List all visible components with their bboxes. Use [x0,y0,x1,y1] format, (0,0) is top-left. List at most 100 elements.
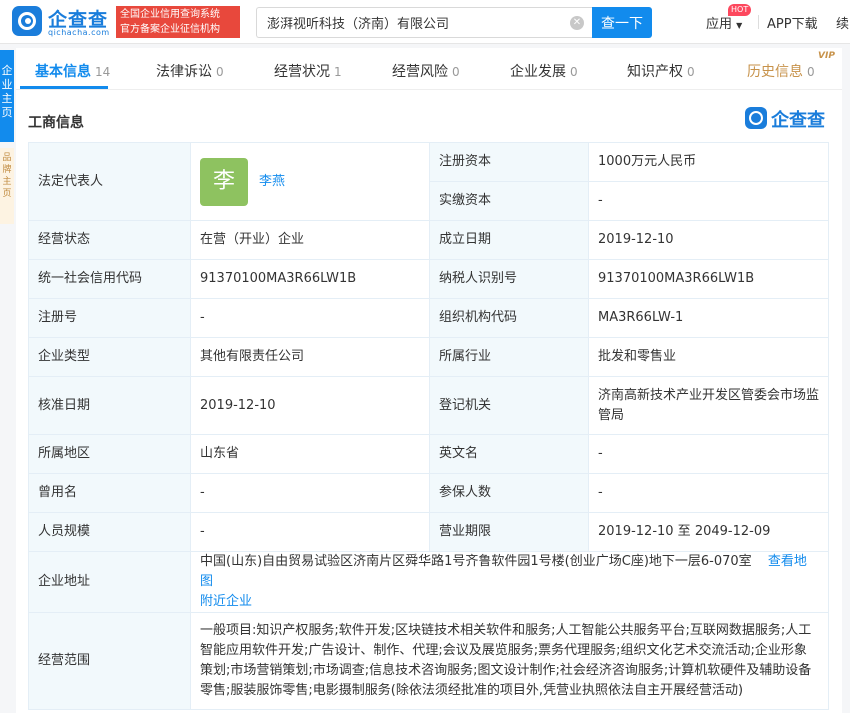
founded-label: 成立日期 [429,220,589,260]
paid-capital-label: 实缴资本 [429,181,589,221]
tab-label: 基本信息 [35,64,91,80]
nav-divider [758,15,759,29]
industry-value: 批发和零售业 [588,337,829,377]
table-row: 所属地区 山东省 英文名 - [28,434,829,474]
logo-domain: qichacha.com [48,28,110,37]
tab-bar: 基本信息 14 法律诉讼 0 经营状况 1 经营风险 0 企业发展 0 知识产权 0 历史信… [16,48,842,90]
industry-label: 所属行业 [429,337,589,377]
reg-capital-label: 注册资本 [429,142,589,182]
english-name-label: 英文名 [429,434,589,474]
table-row: 经营状态 在营（开业）企业 成立日期 2019-12-10 [28,220,829,260]
table-row: 曾用名 - 参保人数 - [28,473,829,513]
avatar[interactable]: 李 [200,157,248,206]
org-code-value: MA3R66LW-1 [588,298,829,338]
side-enterprise-tab[interactable]: 企业主页 [0,50,14,142]
legal-rep-name-link[interactable]: 李燕 [259,172,285,192]
authority-label: 登记机关 [429,376,589,435]
slogan-line-2: 官方备案企业征信机构 [120,24,220,35]
credit-code-value: 91370100MA3R66LW1B [190,259,430,299]
insured-value: - [588,473,829,513]
tab-count: 0 [216,65,224,79]
staff-size-label: 人员规模 [28,512,191,552]
taxpayer-id-label: 纳税人识别号 [429,259,589,299]
reg-no-label: 注册号 [28,298,191,338]
tab-basic-info[interactable]: 基本信息 14 [35,61,110,81]
brand-name: 企查查 [771,110,825,131]
table-row: 统一社会信用代码 91370100MA3R66LW1B 纳税人识别号 91370… [28,259,829,299]
tab-count: 0 [570,65,578,79]
top-header: 企查查 qichacha.com 全国企业信用查询系统 官方备案企业征信机构 ✕… [0,0,850,44]
company-type-label: 企业类型 [28,337,191,377]
slogan-line-1: 全国企业信用查询系统 [120,9,220,20]
authority-value: 济南高新技术产业开发区管委会市场监管局 [588,376,829,435]
term-label: 营业期限 [429,512,589,552]
tab-label: 法律诉讼 [156,64,212,80]
org-code-label: 组织机构代码 [429,298,589,338]
side-promo-tab[interactable]: 品牌主页 [0,148,14,224]
legal-rep-label: 法定代表人 [28,142,191,221]
staff-size-value: - [190,512,430,552]
caret-down-icon: ▼ [736,21,743,30]
address-label: 企业地址 [28,551,191,613]
tab-label: 企业发展 [510,64,566,80]
term-value: 2019-12-10 至 2049-12-09 [588,512,829,552]
nav-apps-label: 应用 [706,17,733,32]
reg-no-value: - [190,298,430,338]
insured-label: 参保人数 [429,473,589,513]
tab-operation[interactable]: 经营状况 1 [274,61,342,81]
tab-legal[interactable]: 法律诉讼 0 [156,61,224,81]
tab-ip[interactable]: 知识产权 0 [627,61,695,81]
former-name-value: - [190,473,430,513]
vip-badge: VIP [818,51,835,61]
main-panel: 基本信息 14 法律诉讼 0 经营状况 1 经营风险 0 企业发展 0 知识产权 0 历史信… [16,48,842,713]
scope-value: 一般项目:知识产权服务;软件开发;区块链技术相关软件和服务;人工智能公共服务平台… [190,612,829,710]
nav-more[interactable]: 续 [836,13,849,32]
table-row: 人员规模 - 营业期限 2019-12-10 至 2049-12-09 [28,512,829,552]
active-tab-indicator [20,86,108,89]
company-type-value: 其他有限责任公司 [190,337,430,377]
tab-history[interactable]: 历史信息 0 [747,61,815,81]
tab-count: 1 [334,65,342,79]
hot-badge: HOT [728,4,752,16]
logo-icon [12,6,42,36]
english-name-value: - [588,434,829,474]
business-info-table: 法定代表人 李 李燕 注册资本 1000万元人民币 实缴资本 - 经营状态 在营… [28,142,829,710]
slogan-badge[interactable]: 全国企业信用查询系统 官方备案企业征信机构 [116,6,240,38]
reg-capital-value: 1000万元人民币 [588,142,829,182]
site-logo[interactable]: 企查查 qichacha.com [8,5,116,39]
brand-logo-icon [745,107,767,129]
address-value: 中国(山东)自由贸易试验区济南片区舜华路1号齐鲁软件园1号楼(创业广场C座)地下… [200,554,752,569]
search-button[interactable]: 查一下 [592,7,652,38]
table-row: 核准日期 2019-12-10 登记机关 济南高新技术产业开发区管委会市场监管局 [28,376,829,435]
clear-icon[interactable]: ✕ [570,16,584,30]
tab-count: 0 [807,65,815,79]
paid-capital-value: - [588,181,829,221]
tab-development[interactable]: 企业发展 0 [510,61,578,81]
table-row: 企业地址 中国(山东)自由贸易试验区济南片区舜华路1号齐鲁软件园1号楼(创业广场… [28,551,829,613]
tab-label: 经营风险 [392,64,448,80]
credit-code-label: 统一社会信用代码 [28,259,191,299]
search-input[interactable] [257,8,592,37]
nav-app-download[interactable]: APP下载 [767,13,818,32]
founded-value: 2019-12-10 [588,220,829,260]
tab-label: 知识产权 [627,64,683,80]
region-value: 山东省 [190,434,430,474]
table-row: 企业类型 其他有限责任公司 所属行业 批发和零售业 [28,337,829,377]
nearby-companies-link[interactable]: 附近企业 [200,594,252,609]
scope-label: 经营范围 [28,612,191,710]
tab-count: 14 [95,65,111,79]
tab-label: 经营状况 [274,64,330,80]
table-row: 法定代表人 李 李燕 注册资本 1000万元人民币 [28,142,829,221]
tab-risk[interactable]: 经营风险 0 [392,61,460,81]
approval-date-label: 核准日期 [28,376,191,435]
former-name-label: 曾用名 [28,473,191,513]
region-label: 所属地区 [28,434,191,474]
table-row: 注册号 - 组织机构代码 MA3R66LW-1 [28,298,829,338]
tab-count: 0 [687,65,695,79]
address-cell: 中国(山东)自由贸易试验区济南片区舜华路1号齐鲁软件园1号楼(创业广场C座)地下… [190,551,829,613]
search-box: ✕ [256,7,592,38]
tab-count: 0 [452,65,460,79]
status-label: 经营状态 [28,220,191,260]
section-title: 工商信息 [28,115,84,131]
table-row: 经营范围 一般项目:知识产权服务;软件开发;区块链技术相关软件和服务;人工智能公… [28,612,829,710]
